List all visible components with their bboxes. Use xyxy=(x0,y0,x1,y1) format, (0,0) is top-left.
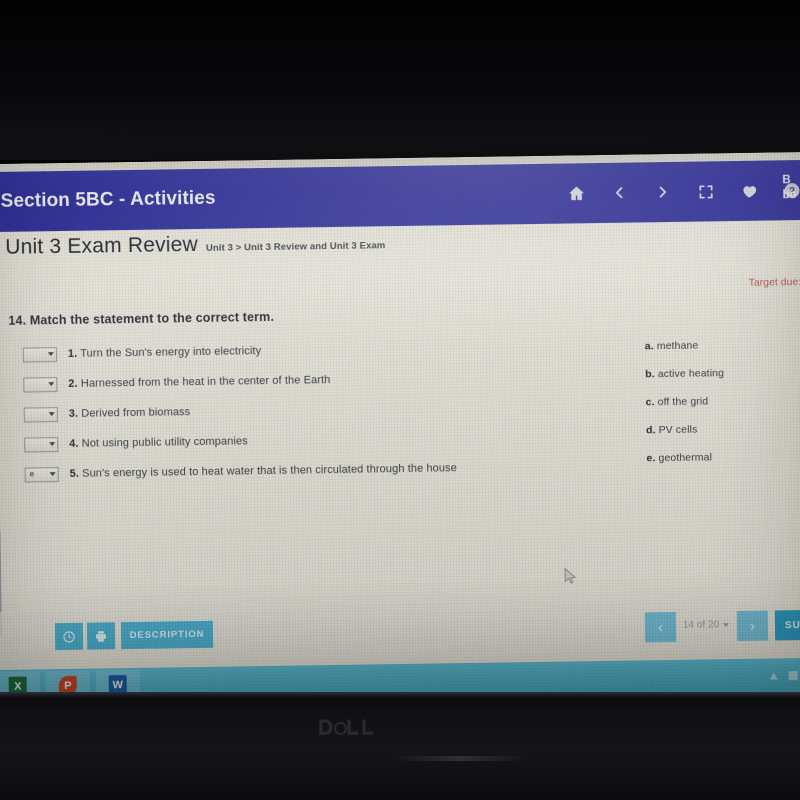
description-button[interactable]: DESCRIPTION xyxy=(120,620,214,650)
chevron-down-icon xyxy=(723,622,730,627)
target-due-label: Target due: 4 xyxy=(748,276,800,289)
system-tray xyxy=(769,658,800,693)
match-number-3: 3. xyxy=(68,407,79,420)
chevron-down-icon xyxy=(48,412,55,417)
match-number-4: 4. xyxy=(69,437,79,450)
answer-option-a-text: methane xyxy=(656,339,699,353)
match-label-2: Harnessed from the heat in the center of… xyxy=(80,374,331,390)
match-text-2: 2. Harnessed from the heat in the center… xyxy=(68,374,330,390)
app-title: e Section 5BC - Activities xyxy=(0,187,216,213)
header-icon-group: ? xyxy=(566,160,800,223)
answer-option-e: e. geothermal xyxy=(646,451,725,480)
previous-question-button[interactable]: ‹ xyxy=(644,611,677,643)
match-number-5: 5. xyxy=(69,467,80,480)
answer-option-d-letter: d. xyxy=(645,424,656,437)
next-question-button[interactable]: › xyxy=(736,610,769,642)
laptop-photo: e Section 5BC - Activities ? B bo Unit 3… xyxy=(0,0,800,800)
answer-option-list: a. methane b. active heating c. off the … xyxy=(645,339,726,480)
answer-option-b-letter: b. xyxy=(645,368,655,381)
home-icon[interactable] xyxy=(566,183,586,203)
answer-option-c-text: off the grid xyxy=(657,395,709,409)
answer-option-e-letter: e. xyxy=(646,452,656,465)
app-header-bar: e Section 5BC - Activities ? B bo xyxy=(0,159,800,233)
match-label-4: Not using public utility companies xyxy=(81,435,248,450)
chevron-left-icon[interactable] xyxy=(609,183,629,203)
match-row: e 5. Sun's energy is used to heat water … xyxy=(24,453,457,489)
chevron-down-icon xyxy=(49,442,56,447)
mouse-cursor xyxy=(564,567,577,590)
header-user-line1: B xyxy=(782,174,791,187)
chevron-down-icon xyxy=(49,472,56,477)
match-number-1: 1. xyxy=(67,347,78,360)
match-text-3: 3. Derived from biomass xyxy=(69,406,191,420)
breadcrumb: Unit 3 > Unit 3 Review and Unit 3 Exam xyxy=(205,240,386,254)
answer-option-a-letter: a. xyxy=(644,340,654,353)
match-label-3: Derived from biomass xyxy=(81,406,191,420)
match-text-4: 4. Not using public utility companies xyxy=(69,435,248,450)
matching-statement-list: 1. Turn the Sun's energy into electricit… xyxy=(22,333,457,489)
page-title: Unit 3 Exam Review xyxy=(5,232,199,259)
bezel-trim xyxy=(395,756,525,761)
header-user-line2: bo xyxy=(782,189,797,202)
laptop-bezel xyxy=(0,692,800,800)
match-text-1: 1. Turn the Sun's energy into electricit… xyxy=(68,345,261,360)
chevron-right-icon[interactable] xyxy=(652,182,672,202)
answer-select-5-value: e xyxy=(29,468,35,478)
heart-icon[interactable] xyxy=(738,181,758,201)
laptop-screen: e Section 5BC - Activities ? B bo Unit 3… xyxy=(0,151,800,705)
network-icon[interactable] xyxy=(788,670,798,680)
answer-select-5[interactable]: e xyxy=(24,466,59,483)
answer-select-3[interactable] xyxy=(23,406,58,423)
answer-select-4[interactable] xyxy=(24,436,59,453)
pager-label: 14 of 20 xyxy=(682,619,720,631)
chevron-down-icon xyxy=(48,382,55,387)
match-label-1: Turn the Sun's energy into electricity xyxy=(80,345,262,360)
question-pager[interactable]: 14 of 20 xyxy=(682,619,730,631)
match-number-2: 2. xyxy=(68,377,78,390)
match-label-5: Sun's energy is used to heat water that … xyxy=(82,462,457,480)
room-background-top xyxy=(0,0,800,160)
answer-select-2[interactable] xyxy=(23,376,58,393)
answer-option-b: b. active heating xyxy=(645,367,724,396)
answer-option-a: a. methane xyxy=(645,339,724,368)
bezel-highlight xyxy=(0,692,800,698)
dell-logo: D LL xyxy=(318,716,376,739)
answer-option-b-text: active heating xyxy=(657,367,725,381)
answer-option-d-text: PV cells xyxy=(658,423,698,437)
answer-option-c: c. off the grid xyxy=(646,395,725,424)
fullscreen-icon[interactable] xyxy=(695,181,715,201)
show-hidden-icons-icon[interactable] xyxy=(769,671,778,680)
header-user-name[interactable]: B bo xyxy=(782,173,797,203)
answer-option-e-text: geothermal xyxy=(658,451,713,465)
answer-option-d: d. PV cells xyxy=(646,423,725,452)
clock-icon[interactable] xyxy=(54,622,84,651)
printer-icon[interactable] xyxy=(86,622,116,650)
answer-option-c-letter: c. xyxy=(645,396,655,409)
submit-button[interactable]: SUBMIT xyxy=(774,609,800,641)
match-text-5: 5. Sun's energy is used to heat water th… xyxy=(70,462,457,480)
answer-select-1[interactable] xyxy=(22,346,57,363)
chevron-down-icon xyxy=(47,352,54,357)
